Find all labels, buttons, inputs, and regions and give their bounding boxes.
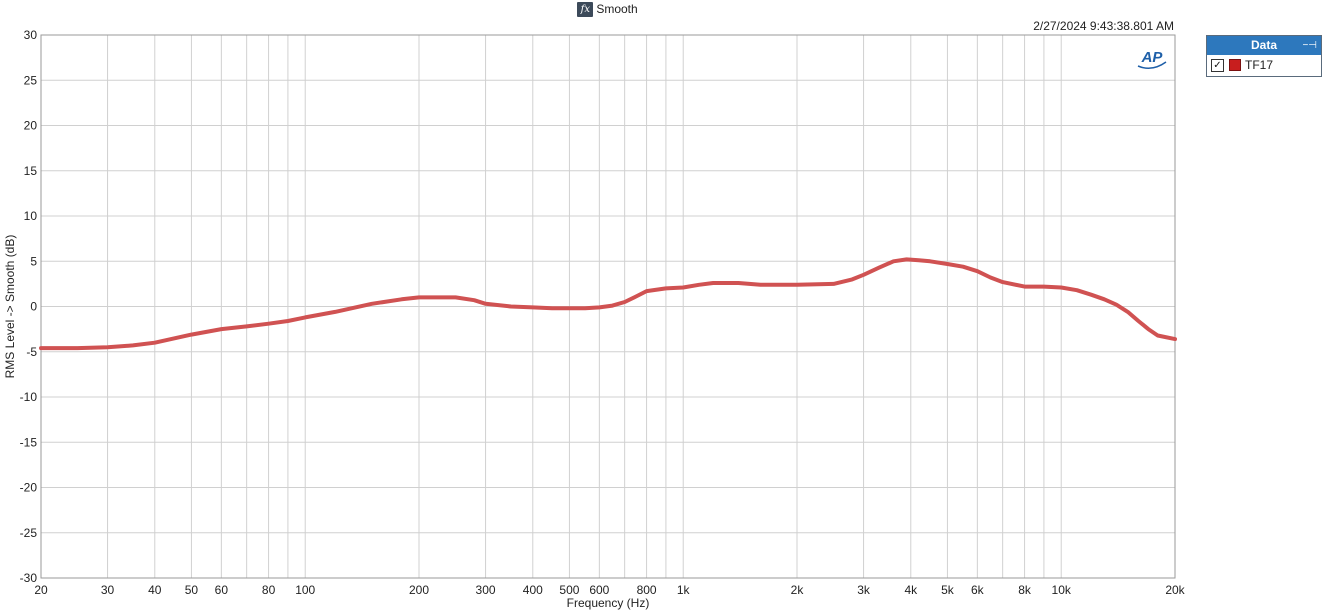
x-tick-label: 100 xyxy=(295,583,315,597)
x-tick-label: 500 xyxy=(559,583,579,597)
y-tick-label: 25 xyxy=(24,73,38,87)
legend-swatch xyxy=(1229,59,1241,71)
legend-title: Data xyxy=(1250,38,1277,52)
ap-logo: AP xyxy=(1141,49,1164,66)
x-tick-label: 2k xyxy=(791,583,805,597)
x-axis-label: Frequency (Hz) xyxy=(567,596,650,610)
y-tick-label: 0 xyxy=(30,300,37,314)
x-tick-label: 40 xyxy=(148,583,162,597)
legend-header[interactable]: Data −⊣ xyxy=(1207,36,1321,55)
x-tick-label: 3k xyxy=(857,583,871,597)
y-tick-label: 10 xyxy=(24,209,38,223)
x-tick-label: 200 xyxy=(409,583,429,597)
y-tick-label: 20 xyxy=(24,119,38,133)
x-tick-label: 6k xyxy=(971,583,985,597)
y-tick-label: -10 xyxy=(20,390,38,404)
x-tick-label: 4k xyxy=(904,583,918,597)
x-tick-label: 800 xyxy=(637,583,657,597)
y-tick-label: -5 xyxy=(26,345,37,359)
legend-panel[interactable]: Data −⊣ ✓ TF17 xyxy=(1206,35,1322,77)
x-tick-label: 600 xyxy=(589,583,609,597)
x-tick-label: 8k xyxy=(1018,583,1032,597)
checkbox-check-icon[interactable]: ✓ xyxy=(1211,58,1224,72)
chart-area[interactable]: 302520151050-5-10-15-20-25-3020 30 40 50 60 8… xyxy=(0,0,1200,613)
x-tick-label: 1k xyxy=(677,583,691,597)
y-tick-label: 30 xyxy=(24,28,38,42)
y-tick-label: -15 xyxy=(20,435,38,449)
x-tick-label: 50 xyxy=(185,583,199,597)
x-tick-label: 300 xyxy=(476,583,496,597)
y-tick-label: 15 xyxy=(24,164,38,178)
x-tick-label: 60 xyxy=(215,583,229,597)
y-tick-label: -20 xyxy=(20,481,38,495)
x-tick-label: 20 xyxy=(34,583,48,597)
x-tick-label: 400 xyxy=(523,583,543,597)
y-axis-label: RMS Level -> Smooth (dB) xyxy=(3,235,17,379)
legend-item[interactable]: ✓ TF17 xyxy=(1207,55,1321,75)
x-tick-label: 5k xyxy=(941,583,955,597)
pin-icon[interactable]: −⊣ xyxy=(1302,36,1317,55)
y-tick-label: 5 xyxy=(30,254,37,268)
x-tick-label: 20k xyxy=(1165,583,1185,597)
y-tick-label: -25 xyxy=(20,526,38,540)
legend-item-label: TF17 xyxy=(1245,58,1274,72)
x-tick-label: 30 xyxy=(101,583,115,597)
x-tick-label: 10k xyxy=(1052,583,1072,597)
x-tick-label: 80 xyxy=(262,583,276,597)
